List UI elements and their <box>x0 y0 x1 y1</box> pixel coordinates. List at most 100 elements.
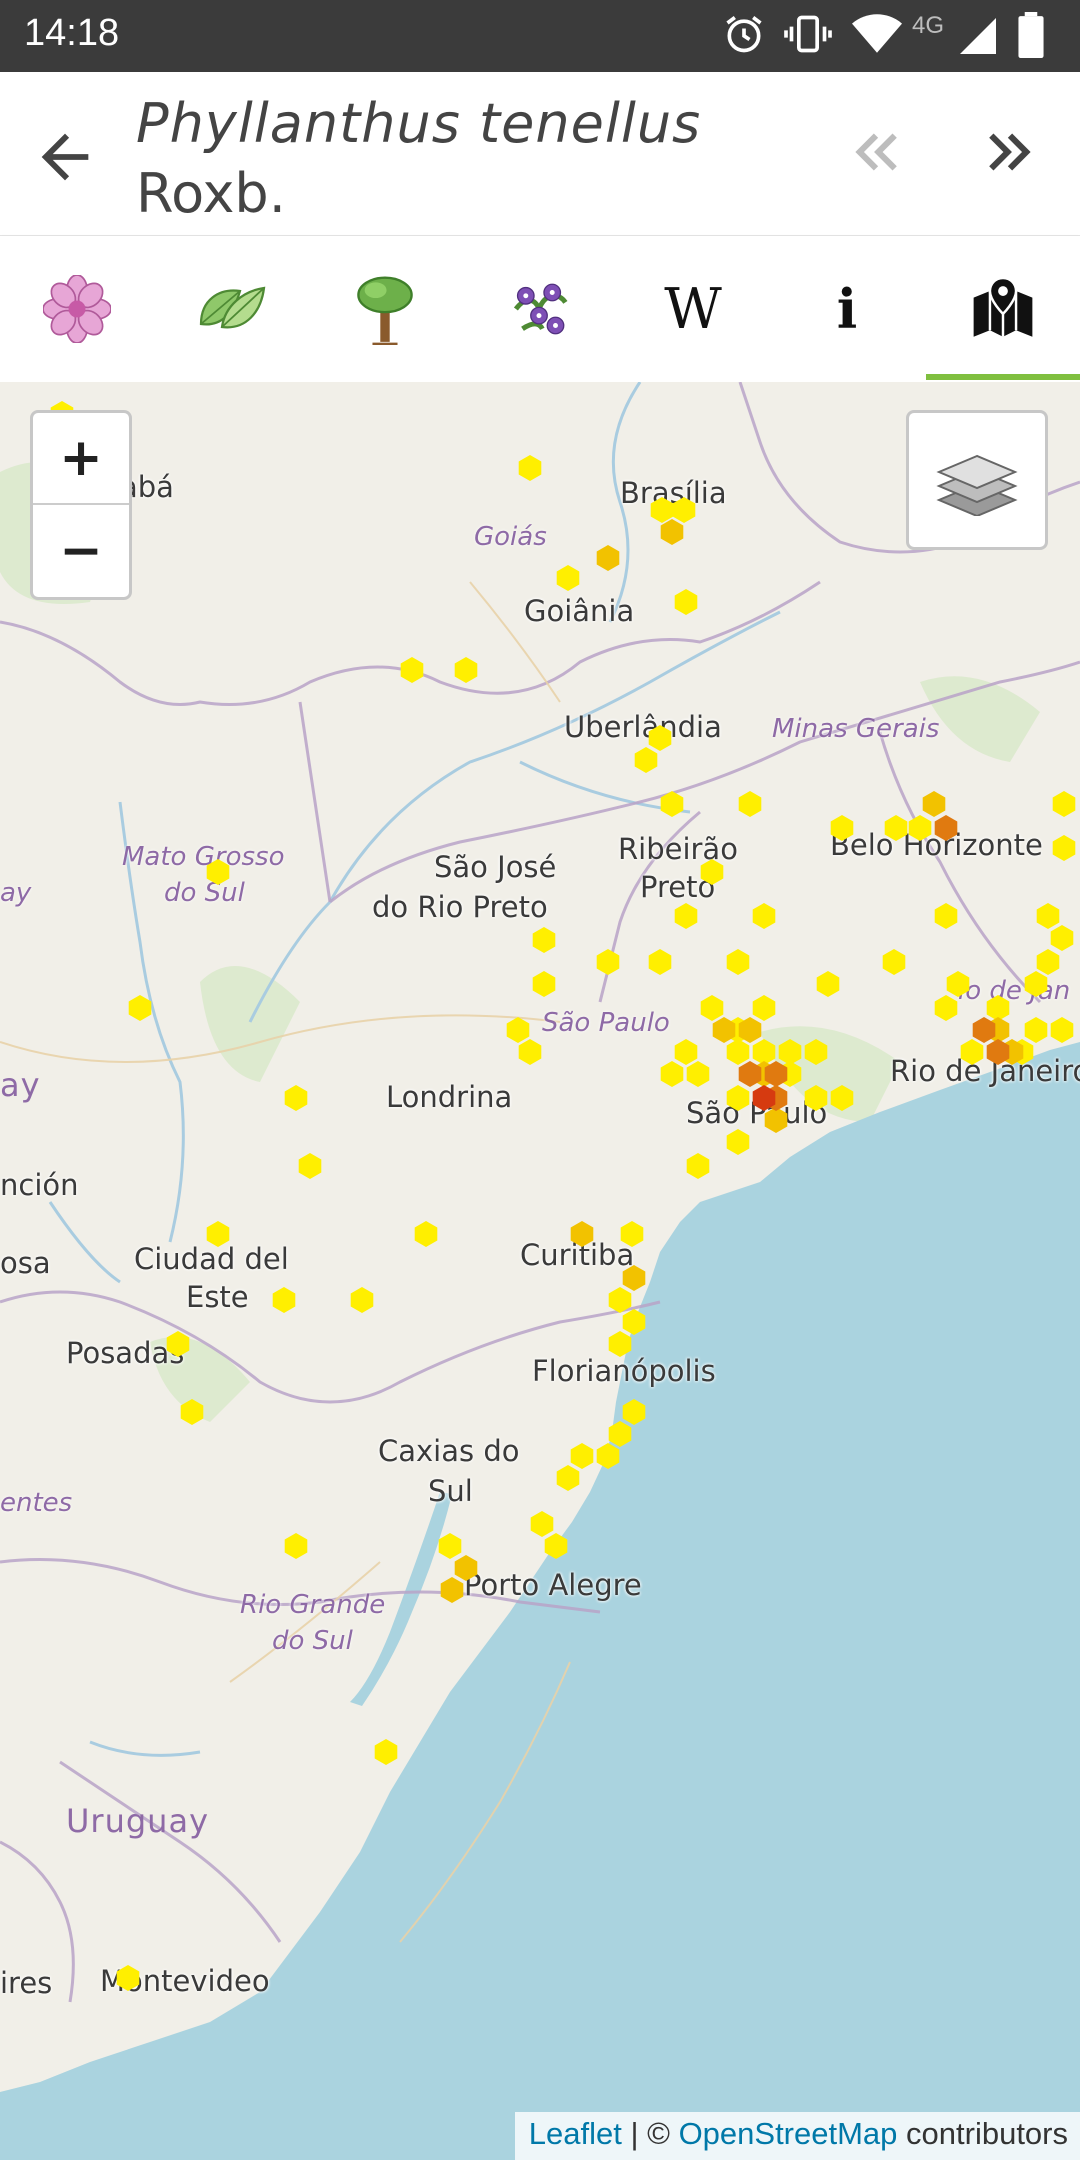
occurrence-hex[interactable] <box>400 657 424 683</box>
occurrence-hex[interactable] <box>804 1085 828 1111</box>
occurrence-hex[interactable] <box>1024 971 1048 997</box>
occurrence-hex[interactable] <box>1036 949 1060 975</box>
status-bar: 14:18 4G <box>0 0 1080 72</box>
previous-species-button[interactable] <box>848 124 904 180</box>
occurrence-hex[interactable] <box>518 455 542 481</box>
occurrence-hex[interactable] <box>440 1577 464 1603</box>
occurrence-hex[interactable] <box>1036 903 1060 929</box>
occurrence-hex[interactable] <box>648 725 672 751</box>
occurrence-hex[interactable] <box>660 519 684 545</box>
occurrence-hex[interactable] <box>206 1221 230 1247</box>
openstreetmap-link[interactable]: OpenStreetMap <box>679 2116 898 2151</box>
occurrence-hex[interactable] <box>454 1555 478 1581</box>
occurrence-hex[interactable] <box>908 815 932 841</box>
tab-map[interactable] <box>926 236 1080 382</box>
occurrence-hex[interactable] <box>726 1129 750 1155</box>
occurrence-hex[interactable] <box>608 1421 632 1447</box>
occurrence-hex[interactable] <box>454 657 478 683</box>
occurrence-hex[interactable] <box>660 791 684 817</box>
occurrence-hex[interactable] <box>620 1221 644 1247</box>
occurrence-hex[interactable] <box>506 1017 530 1043</box>
tab-plant[interactable] <box>462 236 616 382</box>
map-view[interactable]: abá Brasília Goiás Goiânia Uberlândia Mi… <box>0 382 1080 2160</box>
occurrence-hex[interactable] <box>816 971 840 997</box>
occurrence-hex[interactable] <box>272 1287 296 1313</box>
occurrence-hex[interactable] <box>946 971 970 997</box>
layers-button[interactable] <box>906 410 1048 550</box>
tab-info[interactable]: i <box>770 236 924 382</box>
occurrence-hex[interactable] <box>884 815 908 841</box>
tab-flower[interactable] <box>0 236 154 382</box>
back-button[interactable] <box>30 122 100 192</box>
occurrence-hex[interactable] <box>180 1399 204 1425</box>
occurrence-hex[interactable] <box>128 995 152 1021</box>
occurrence-hex[interactable] <box>570 1443 594 1469</box>
occurrence-hex[interactable] <box>532 927 556 953</box>
occurrence-hex[interactable] <box>672 497 696 523</box>
occurrence-hex[interactable] <box>622 1399 646 1425</box>
occurrence-hex[interactable] <box>830 1085 854 1111</box>
occurrence-hex[interactable] <box>596 949 620 975</box>
occurrence-hex[interactable] <box>922 791 946 817</box>
occurrence-hex[interactable] <box>556 1465 580 1491</box>
occurrence-hex[interactable] <box>726 949 750 975</box>
occurrence-hex[interactable] <box>166 1331 190 1357</box>
occurrence-hex[interactable] <box>608 1287 632 1313</box>
occurrence-hex[interactable] <box>804 1039 828 1065</box>
occurrence-hex[interactable] <box>1050 925 1074 951</box>
occurrence-hex[interactable] <box>1052 791 1076 817</box>
occurrence-hex[interactable] <box>700 995 724 1021</box>
occurrence-hex[interactable] <box>674 1039 698 1065</box>
occurrence-hex[interactable] <box>206 859 230 885</box>
occurrence-hex[interactable] <box>596 545 620 571</box>
occurrence-hex[interactable] <box>570 1221 594 1247</box>
occurrence-hex[interactable] <box>518 1039 542 1065</box>
occurrence-hex[interactable] <box>648 949 672 975</box>
occurrence-hex[interactable] <box>608 1331 632 1357</box>
occurrence-hex[interactable] <box>752 995 776 1021</box>
leaflet-link[interactable]: Leaflet <box>529 2116 622 2151</box>
tab-wikipedia[interactable]: W <box>616 236 770 382</box>
occurrence-hex[interactable] <box>438 1533 462 1559</box>
occurrence-hex[interactable] <box>700 859 724 885</box>
occurrence-hex[interactable] <box>726 1085 750 1111</box>
zoom-in-button[interactable]: + <box>33 413 129 505</box>
occurrence-hex[interactable] <box>298 1153 322 1179</box>
tab-tree[interactable] <box>308 236 462 382</box>
occurrence-hex[interactable] <box>544 1533 568 1559</box>
occurrence-hex[interactable] <box>532 971 556 997</box>
occurrence-hex[interactable] <box>686 1061 710 1087</box>
occurrence-hex[interactable] <box>284 1085 308 1111</box>
occurrence-hex[interactable] <box>674 903 698 929</box>
occurrence-hex[interactable] <box>934 995 958 1021</box>
occurrence-hex[interactable] <box>414 1221 438 1247</box>
occurrence-hex[interactable] <box>556 565 580 591</box>
zoom-out-button[interactable]: − <box>33 505 129 597</box>
occurrence-hex[interactable] <box>882 949 906 975</box>
occurrence-hex[interactable] <box>350 1287 374 1313</box>
occurrence-hex[interactable] <box>650 497 674 523</box>
occurrence-hex[interactable] <box>738 791 762 817</box>
occurrence-hex[interactable] <box>934 903 958 929</box>
occurrence-hex[interactable] <box>686 1153 710 1179</box>
occurrence-hex[interactable] <box>726 1039 750 1065</box>
occurrence-hex[interactable] <box>934 815 958 841</box>
tab-leaf[interactable] <box>154 236 308 382</box>
occurrence-hex[interactable] <box>752 903 776 929</box>
occurrence-hex[interactable] <box>622 1265 646 1291</box>
occurrence-hex[interactable] <box>674 589 698 615</box>
occurrence-hex[interactable] <box>530 1511 554 1537</box>
occurrence-hex[interactable] <box>1050 1017 1074 1043</box>
occurrence-hex[interactable] <box>374 1739 398 1765</box>
occurrence-hex[interactable] <box>634 747 658 773</box>
occurrence-hex[interactable] <box>1052 835 1076 861</box>
next-species-button[interactable] <box>982 124 1038 180</box>
occurrence-hex[interactable] <box>284 1533 308 1559</box>
occurrence-hex[interactable] <box>660 1061 684 1087</box>
occurrence-hex[interactable] <box>960 1039 984 1065</box>
occurrence-hex[interactable] <box>622 1309 646 1335</box>
occurrence-hex[interactable] <box>596 1443 620 1469</box>
occurrence-hex[interactable] <box>830 815 854 841</box>
occurrence-hex[interactable] <box>116 1965 140 1991</box>
occurrence-hex[interactable] <box>1024 1017 1048 1043</box>
